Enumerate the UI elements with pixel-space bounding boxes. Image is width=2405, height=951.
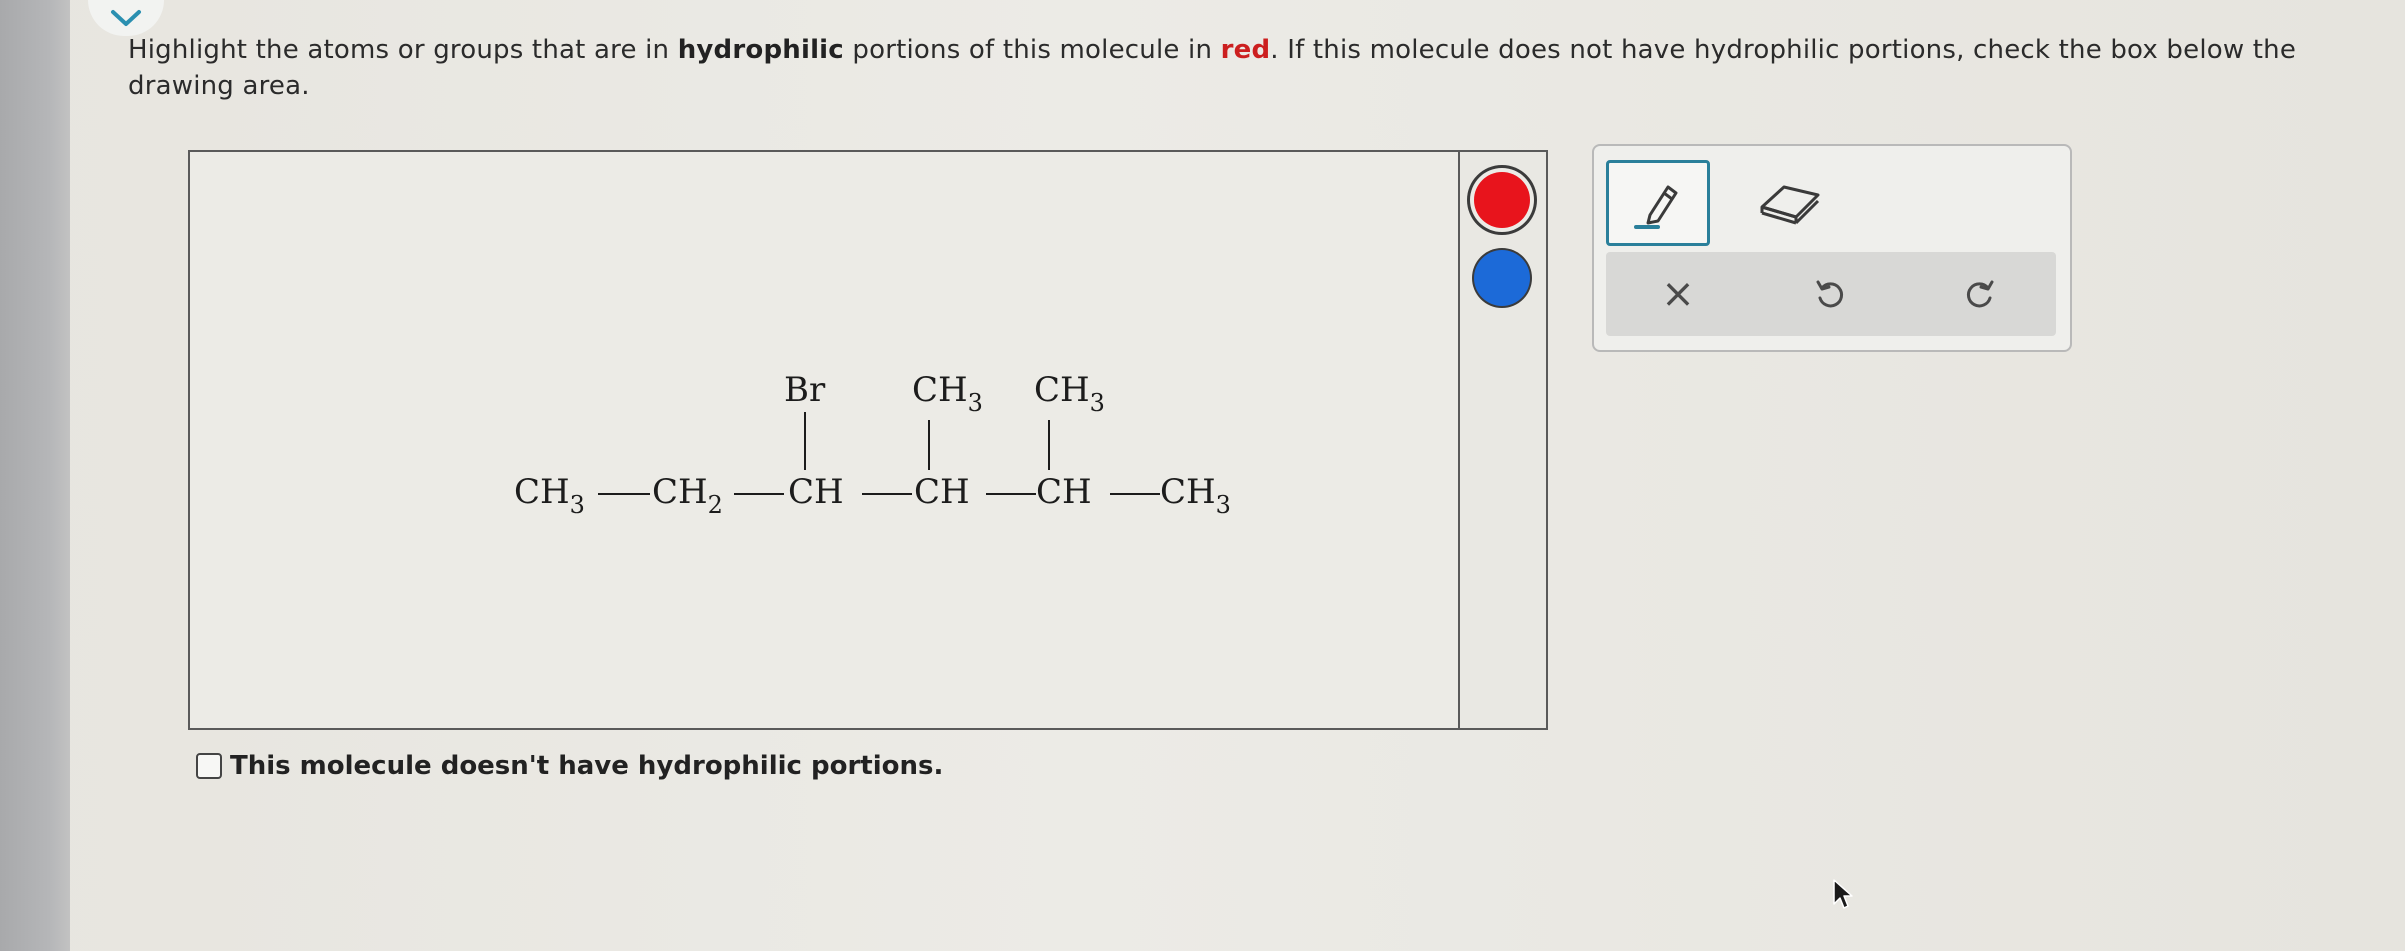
drawing-area[interactable] <box>188 150 1462 730</box>
atom-ch-methyl-2[interactable]: CH <box>1036 472 1092 512</box>
prompt-keyword-hydrophilic: hydrophilic <box>677 35 844 65</box>
bond <box>804 412 806 470</box>
blue-color-swatch[interactable] <box>1474 250 1530 306</box>
atom-ch3-branch-1[interactable]: CH3 <box>912 370 983 417</box>
left-rail <box>0 0 70 951</box>
atom-ch-br[interactable]: CH <box>788 472 844 512</box>
undo-button[interactable] <box>1790 252 1870 336</box>
clear-button[interactable]: × <box>1638 252 1718 336</box>
mouse-cursor-icon <box>1833 879 1853 909</box>
red-color-swatch[interactable] <box>1474 172 1530 228</box>
atom-ch2[interactable]: CH2 <box>652 472 723 519</box>
atom-ch3-1[interactable]: CH3 <box>514 472 585 519</box>
atom-br[interactable]: Br <box>784 370 825 410</box>
collapse-toggle[interactable] <box>88 0 164 36</box>
prompt-text: Highlight the atoms or groups that are i… <box>128 35 678 65</box>
bond <box>862 493 912 495</box>
prompt-keyword-red: red <box>1220 35 1271 65</box>
pencil-icon <box>1634 185 1678 229</box>
close-icon: × <box>1661 271 1695 317</box>
no-hydrophilic-checkbox[interactable] <box>196 753 222 779</box>
bond <box>598 493 650 495</box>
atom-ch3-branch-2[interactable]: CH3 <box>1034 370 1105 417</box>
pencil-tool-button[interactable] <box>1606 160 1710 246</box>
no-hydrophilic-label: This molecule doesn't have hydrophilic p… <box>230 751 944 781</box>
bond <box>986 493 1036 495</box>
redo-button[interactable] <box>1940 252 2020 336</box>
atom-ch3-terminal[interactable]: CH3 <box>1160 472 1231 519</box>
prompt-text: portions of this molecule in <box>843 35 1221 65</box>
atom-ch-methyl-1[interactable]: CH <box>914 472 970 512</box>
chevron-down-icon <box>111 10 141 26</box>
question-prompt: Highlight the atoms or groups that are i… <box>128 32 2358 104</box>
no-hydrophilic-option[interactable]: This molecule doesn't have hydrophilic p… <box>196 748 943 784</box>
bond <box>734 493 784 495</box>
eraser-tool-button[interactable] <box>1740 164 1838 240</box>
undo-icon <box>1816 280 1844 308</box>
bond <box>1110 493 1160 495</box>
redo-icon <box>1966 280 1994 308</box>
color-panel <box>1458 150 1548 730</box>
bond <box>1048 420 1050 470</box>
bond <box>928 420 930 470</box>
eraser-icon <box>1760 185 1820 225</box>
